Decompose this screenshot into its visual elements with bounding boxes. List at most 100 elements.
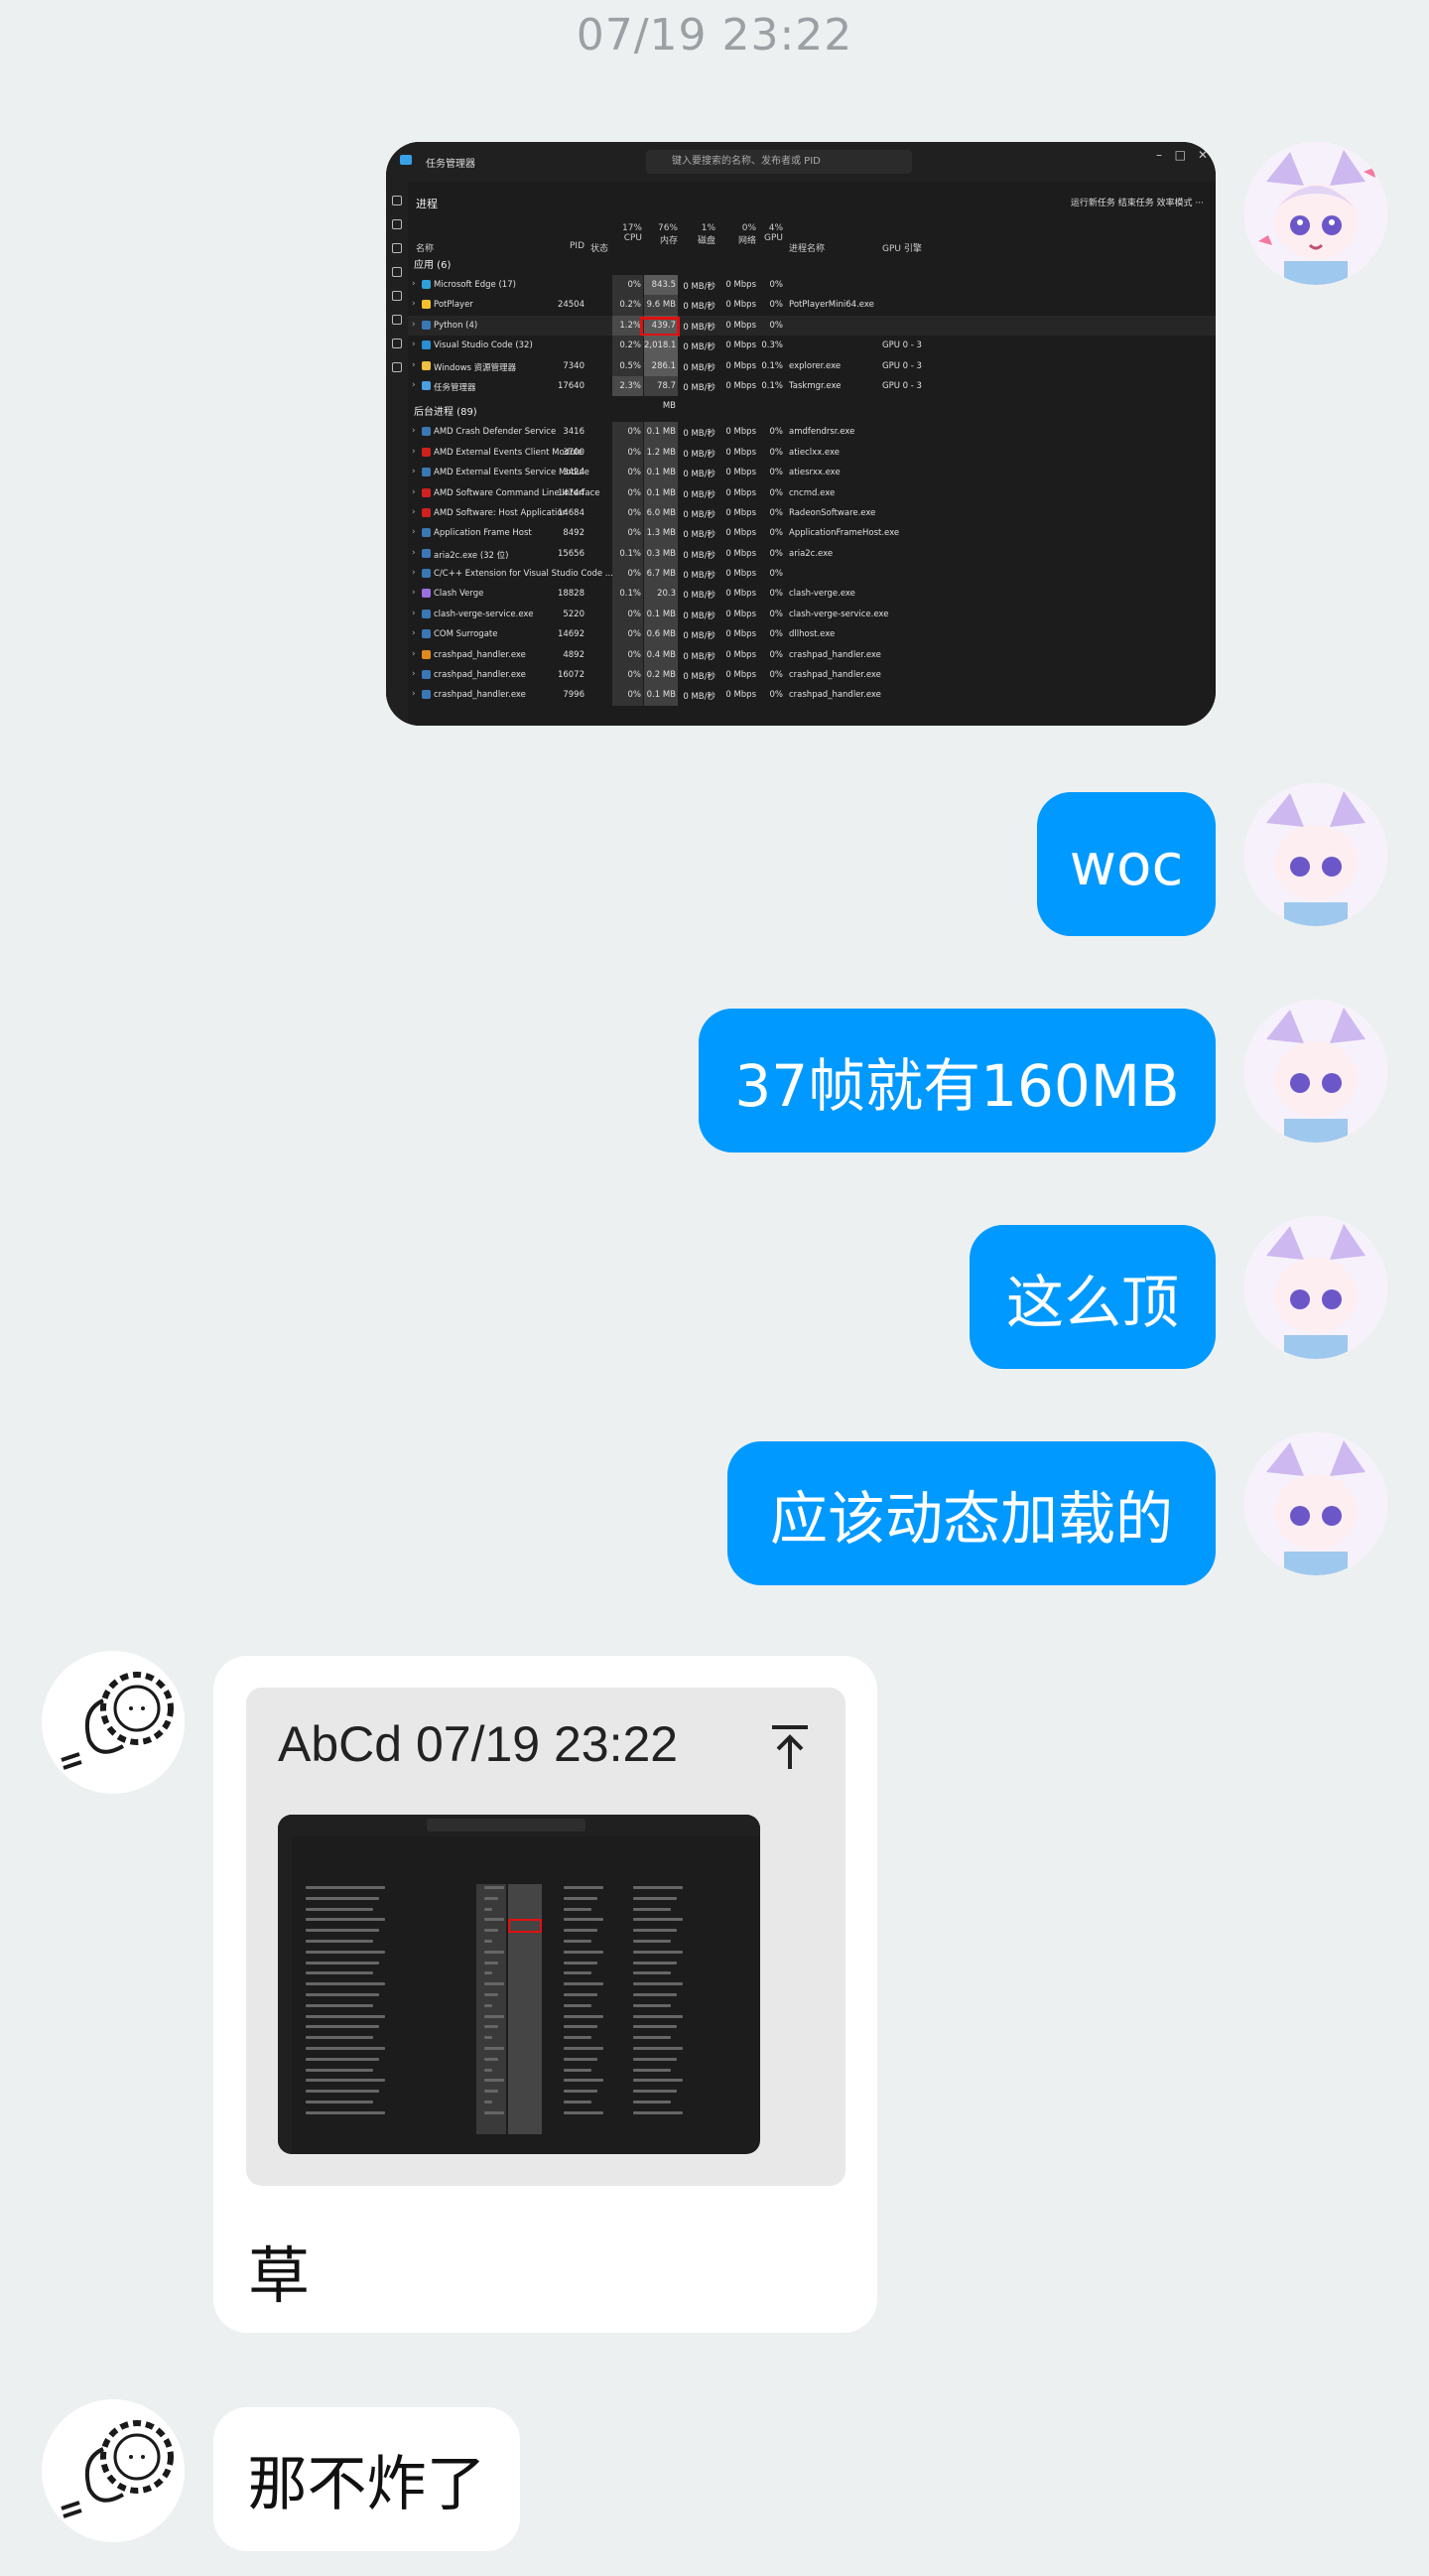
process-row: › AMD External Events Client Module 3700 0%… xyxy=(408,442,1216,464)
process-gpu: 0.3% xyxy=(761,340,783,351)
thumbnail-text-bar xyxy=(633,2036,671,2040)
process-pid: 14684 xyxy=(557,507,585,518)
process-network: 0 Mbps xyxy=(725,670,756,681)
thumbnail-text-bar xyxy=(484,1907,492,1911)
process-gpu-engine: GPU 0 - 3 xyxy=(882,360,922,371)
thumbnail-text-bar xyxy=(633,2046,683,2050)
process-pid: 3424 xyxy=(563,468,585,478)
thumbnail-text-bar xyxy=(633,1971,671,1975)
process-row: › PotPlayer 24504 0.2% 9.6 MB 0 MB/秒 0 Mbps 0% P… xyxy=(408,295,1216,316)
thumbnail-text-bar xyxy=(564,1939,591,1943)
process-pid: 14692 xyxy=(557,629,585,640)
process-icon xyxy=(422,609,431,618)
col-gpueng: GPU 引擎 xyxy=(882,244,922,254)
process-name: AMD Crash Defender Service xyxy=(434,427,557,438)
quote-header: AbCd 07/19 23:22 xyxy=(278,1716,679,1772)
process-icon xyxy=(422,468,431,477)
thumbnail-text-bar xyxy=(564,1918,603,1922)
process-memory: 78.7 MB xyxy=(644,375,678,411)
tm-search-input: 键入要搜索的名称、发布者或 PID xyxy=(646,150,912,174)
process-row: › COM Surrogate 14692 0% 0.6 MB 0 MB/秒 0 Mbps 0… xyxy=(408,624,1216,645)
expand-chevron-icon: › xyxy=(412,467,416,477)
process-image-name: explorer.exe xyxy=(789,360,842,371)
friend-avatar[interactable] xyxy=(42,1651,185,1794)
quoted-message[interactable]: AbCd 07/19 23:22 xyxy=(246,1688,845,2186)
process-icon xyxy=(422,507,431,517)
col-name: 名称 xyxy=(416,244,435,254)
message-bubble-in[interactable]: 那不炸了 xyxy=(213,2407,520,2551)
process-disk: 0 MB/秒 xyxy=(683,571,715,582)
process-pid: 7340 xyxy=(563,360,585,371)
process-pid: 16072 xyxy=(557,670,585,681)
my-avatar[interactable] xyxy=(1244,1216,1387,1359)
process-image-name: Taskmgr.exe xyxy=(789,380,842,391)
message-bubble-out[interactable]: 应该动态加载的 xyxy=(727,1441,1216,1585)
thumbnail-text-bar xyxy=(484,1992,498,1996)
quoted-screenshot-thumbnail[interactable] xyxy=(278,1815,760,2154)
process-icon xyxy=(422,320,431,330)
process-memory: 286.1 MB xyxy=(644,355,678,391)
thumbnail-row xyxy=(306,2075,754,2086)
my-avatar[interactable] xyxy=(1244,1432,1387,1575)
expand-chevron-icon: › xyxy=(412,359,416,370)
process-disk: 0 MB/秒 xyxy=(683,322,715,333)
maximize-icon: □ xyxy=(1174,148,1186,162)
my-avatar[interactable] xyxy=(1244,142,1387,285)
my-avatar[interactable] xyxy=(1244,1000,1387,1143)
process-row: › Application Frame Host 8492 0% 1.3 MB 0 MB/… xyxy=(408,523,1216,544)
process-image-name: crashpad_handler.exe xyxy=(789,670,881,681)
thumbnail-text-bar xyxy=(633,1918,683,1922)
thumbnail-text-bar xyxy=(633,2110,683,2114)
process-cpu: 0% xyxy=(612,564,643,585)
thumbnail-row xyxy=(306,2065,754,2076)
process-row: › crashpad_handler.exe 7996 0% 0.1 MB 0 MB/秒 0… xyxy=(408,685,1216,706)
thumbnail-text-bar xyxy=(484,2046,504,2050)
process-gpu: 0% xyxy=(769,548,784,559)
expand-chevron-icon: › xyxy=(412,339,416,350)
thumbnail-text-bar xyxy=(306,2110,385,2114)
thumbnail-row xyxy=(306,2021,754,2032)
expand-chevron-icon: › xyxy=(412,689,416,700)
process-cpu: 0% xyxy=(612,275,643,296)
process-cpu: 0% xyxy=(612,624,643,645)
chat-timestamp: 07/19 23:22 xyxy=(576,10,853,61)
my-avatar[interactable] xyxy=(1244,783,1387,926)
message-bubble-out[interactable]: 37帧就有160MB xyxy=(699,1009,1216,1152)
process-disk: 0 MB/秒 xyxy=(683,550,715,561)
thumbnail-text-bar xyxy=(306,1961,379,1965)
process-icon xyxy=(422,528,431,538)
process-memory: 0.1 MB xyxy=(644,604,678,625)
process-network: 0 Mbps xyxy=(725,569,756,580)
process-memory: 0.1 MB xyxy=(644,482,678,503)
process-image-name: clash-verge-service.exe xyxy=(789,609,889,619)
thumbnail-text-bar xyxy=(306,2036,373,2040)
friend-avatar[interactable] xyxy=(42,2399,185,2542)
jump-to-quote-icon[interactable] xyxy=(768,1723,812,1773)
thumbnail-text-bar xyxy=(633,1907,671,1911)
thumbnail-row xyxy=(306,2011,754,2022)
thumbnail-text-bar xyxy=(564,2003,591,2007)
process-memory: 0.3 MB xyxy=(644,543,678,565)
tm-page-title: 进程 xyxy=(416,198,438,210)
taskmanager-screenshot-image[interactable]: 任务管理器 键入要搜索的名称、发布者或 PID – □ ✕ 进程 运行新任务 结… xyxy=(386,142,1216,726)
process-row: › Visual Studio Code (32) 0.2%2,018.1 MB 0 … xyxy=(408,336,1216,371)
process-disk: 0 MB/秒 xyxy=(683,282,715,292)
process-pid: 18828 xyxy=(557,589,585,600)
process-row: › 任务管理器 17640 2.3% 78.7 MB 0 MB/秒 0 Mbps 0.1% Ta… xyxy=(408,375,1216,411)
process-cpu: 0.1% xyxy=(612,584,643,605)
message-bubble-out[interactable]: 这么顶 xyxy=(970,1225,1216,1369)
expand-chevron-icon: › xyxy=(412,486,416,497)
process-name: Microsoft Edge (17) xyxy=(434,280,516,290)
message-bubble-out[interactable]: woc xyxy=(1037,792,1216,936)
thumbnail-row xyxy=(306,2000,754,2011)
thumbnail-text-bar xyxy=(564,1886,603,1889)
process-gpu: 0% xyxy=(769,589,784,600)
process-cpu: 0% xyxy=(612,665,643,686)
process-name: crashpad_handler.exe xyxy=(434,690,526,701)
process-row: › crashpad_handler.exe 16072 0% 0.2 MB 0 MB/秒… xyxy=(408,665,1216,686)
process-name: Windows 资源管理器 xyxy=(434,362,517,373)
process-cpu: 2.3% xyxy=(612,375,643,397)
expand-chevron-icon: › xyxy=(412,446,416,457)
thumbnail-text-bar xyxy=(484,1939,492,1943)
process-icon xyxy=(422,670,431,680)
